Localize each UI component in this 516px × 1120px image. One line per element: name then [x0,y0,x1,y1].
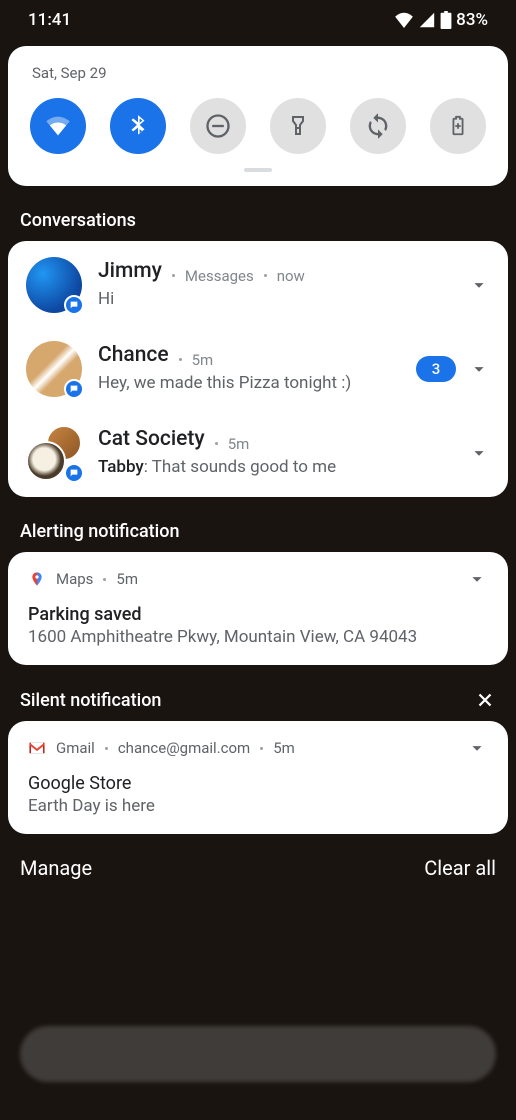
alerting-card[interactable]: Maps 5m Parking saved 1600 Amphitheatre … [8,552,508,665]
chevron-down-icon[interactable] [468,358,490,380]
qs-tile-bluetooth[interactable] [110,98,166,154]
conversation-item[interactable]: Chance 5m Hey, we made this Pizza tonigh… [8,329,508,413]
unread-count-badge: 3 [416,356,456,382]
section-header-alerting: Alerting notification [0,497,516,552]
notif-account: chance@gmail.com [118,739,250,757]
qs-tile-row [28,98,488,154]
search-bar-blurred [20,1026,496,1082]
section-header-conversations: Conversations [0,186,516,241]
manage-button[interactable]: Manage [20,856,92,880]
conversation-preview: Hi [98,289,452,309]
conversation-preview: Hey, we made this Pizza tonight :) [98,373,400,393]
avatar [26,257,82,313]
qs-tile-battery-saver[interactable] [430,98,486,154]
notification-footer: Manage Clear all [0,834,516,880]
section-title: Silent notification [20,690,161,711]
notif-time: 5m [116,570,138,588]
section-header-silent: Silent notification [0,665,516,721]
battery-percent: 83% [456,10,488,30]
close-icon[interactable] [474,689,496,711]
clear-all-button[interactable]: Clear all [424,856,496,880]
conversation-meta: 5m [179,351,214,369]
qs-tile-autorotate[interactable] [350,98,406,154]
conversation-preview: Tabby: That sounds good to me [98,457,452,477]
notif-app: Gmail [56,739,95,757]
avatar [26,341,82,397]
silent-card[interactable]: Gmail chance@gmail.com 5m Google Store E… [8,721,508,834]
conversation-meta: 5m [215,435,250,453]
notif-title: Parking saved [28,604,488,625]
qs-tile-flashlight[interactable] [270,98,326,154]
section-title: Alerting notification [20,521,180,542]
qs-tile-dnd[interactable] [190,98,246,154]
notif-time: 5m [273,739,295,757]
conversations-card: Jimmy Messages now Hi [8,241,508,497]
conversation-title: Chance [98,343,169,367]
messages-icon [64,295,84,315]
chevron-down-icon[interactable] [468,442,490,464]
battery-icon [440,11,452,29]
notif-app: Maps [56,570,93,588]
messages-icon [64,379,84,399]
conversation-meta: Messages now [172,267,305,285]
conversation-item[interactable]: Jimmy Messages now Hi [8,241,508,329]
chevron-down-icon[interactable] [466,568,488,590]
gmail-icon [28,739,46,757]
conversation-item[interactable]: Cat Society 5m Tabby: That sounds good t… [8,413,508,497]
quick-settings-panel: Sat, Sep 29 [8,46,508,186]
conversation-title: Cat Society [98,427,205,451]
maps-icon [28,570,46,588]
messages-icon [64,463,84,483]
status-time: 11:41 [28,10,71,30]
cellular-icon [418,12,436,28]
qs-date: Sat, Sep 29 [28,64,488,82]
avatar-group [26,425,82,481]
notif-body: Earth Day is here [28,796,488,816]
notif-body: 1600 Amphitheatre Pkwy, Mountain View, C… [28,627,488,647]
section-title: Conversations [20,210,136,231]
qs-tile-wifi[interactable] [30,98,86,154]
wifi-icon [394,12,414,28]
status-right: 83% [394,10,488,30]
conversation-title: Jimmy [98,259,162,283]
qs-drag-handle[interactable] [244,168,272,172]
notif-title: Google Store [28,773,488,794]
chevron-down-icon[interactable] [466,737,488,759]
chevron-down-icon[interactable] [468,274,490,296]
status-bar: 11:41 83% [0,0,516,36]
